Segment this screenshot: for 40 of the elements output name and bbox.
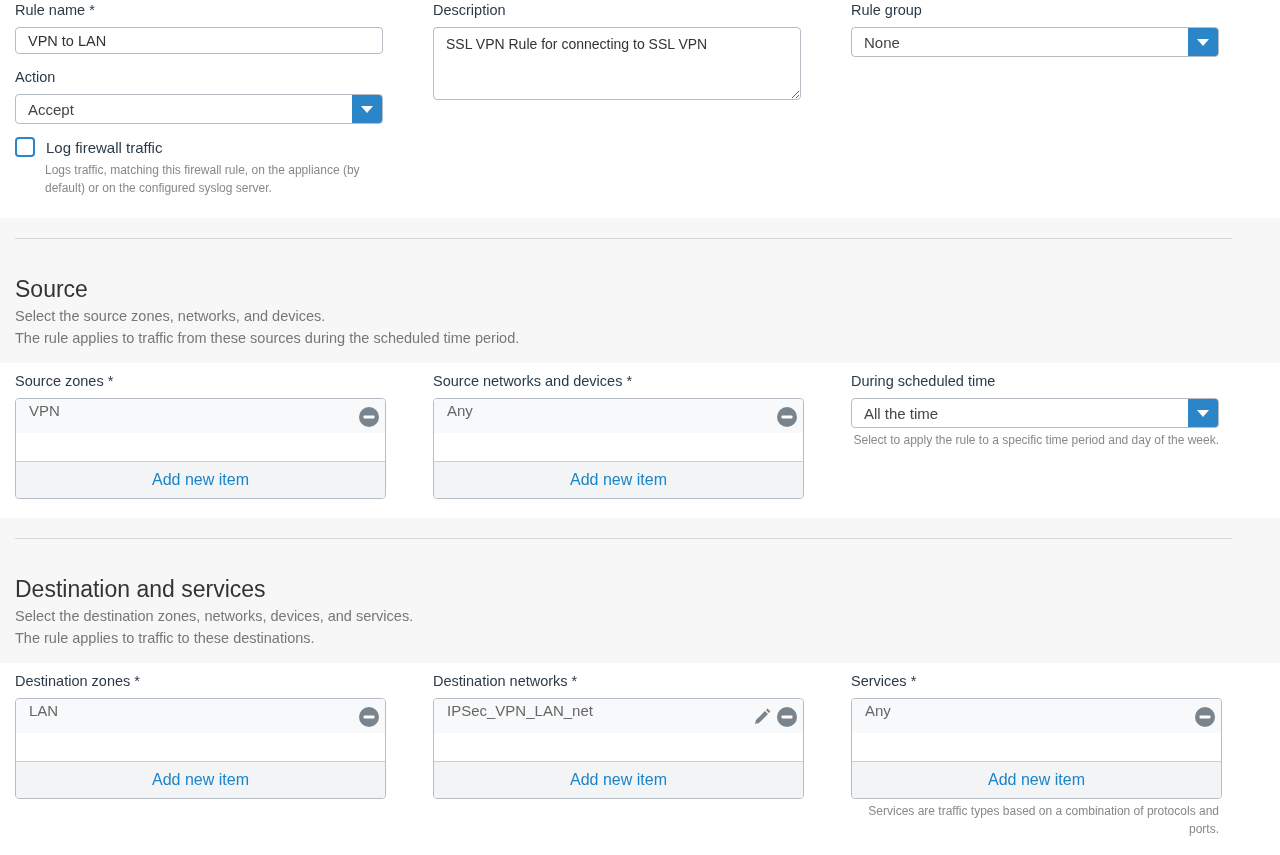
section-description: Select the source zones, networks, and devices. <box>15 307 327 326</box>
field-label: Source zones * <box>15 372 115 390</box>
action-select[interactable]: Accept <box>15 94 383 124</box>
section-title: Destination and services <box>15 575 267 603</box>
remove-icon[interactable] <box>777 407 797 427</box>
section-description: Select the destination zones, networks, devices, and services. <box>15 607 415 626</box>
help-text: Logs traffic, matching this firewall rule, on the appliance (by default) or on the configured syslog server. <box>44 162 361 197</box>
caret-icon <box>361 105 373 113</box>
add-new-item-link[interactable]: Add new item <box>434 761 803 798</box>
help-text: Services are traffic types based on a combination of protocols and ports. <box>867 803 1219 838</box>
field-label: Action <box>15 68 57 86</box>
field-label: Destination zones * <box>15 672 141 690</box>
caret-icon <box>1197 409 1209 417</box>
section-description: The rule applies to traffic from these sources during the scheduled time period. <box>15 329 521 348</box>
add-new-item-link[interactable]: Add new item <box>16 761 385 798</box>
description-field[interactable]: SSL VPN Rule for connecting to SSL VPN <box>433 27 801 100</box>
schedule-select[interactable]: All the time <box>851 398 1219 428</box>
add-new-item-link[interactable]: Add new item <box>16 461 385 498</box>
section-title: Source <box>15 275 89 303</box>
remove-icon[interactable] <box>777 707 797 727</box>
field-label: Source networks and devices * <box>433 372 634 390</box>
remove-icon[interactable] <box>359 407 379 427</box>
field-label: Services * <box>851 672 918 690</box>
field-label: Description <box>433 1 507 19</box>
rule-name-field[interactable]: VPN to LAN <box>15 27 383 54</box>
rule-group-select[interactable]: None <box>851 27 1219 57</box>
add-new-item-link[interactable]: Add new item <box>852 761 1221 798</box>
section-description: The rule applies to traffic to these destinations. <box>15 629 316 648</box>
checkbox[interactable] <box>15 137 35 157</box>
field-label: Destination networks * <box>433 672 579 690</box>
caret-icon <box>1197 38 1209 46</box>
remove-icon[interactable] <box>359 707 379 727</box>
add-new-item-link[interactable]: Add new item <box>434 461 803 498</box>
field-label: Rule group <box>851 1 923 19</box>
checkbox-label: Log firewall traffic <box>46 138 163 156</box>
remove-icon[interactable] <box>1195 707 1215 727</box>
field-label: Rule name * <box>15 1 96 19</box>
help-text: Select to apply the rule to a specific time period and day of the week. <box>852 432 1219 449</box>
field-label: During scheduled time <box>851 372 997 390</box>
pencil-icon[interactable] <box>753 708 771 726</box>
